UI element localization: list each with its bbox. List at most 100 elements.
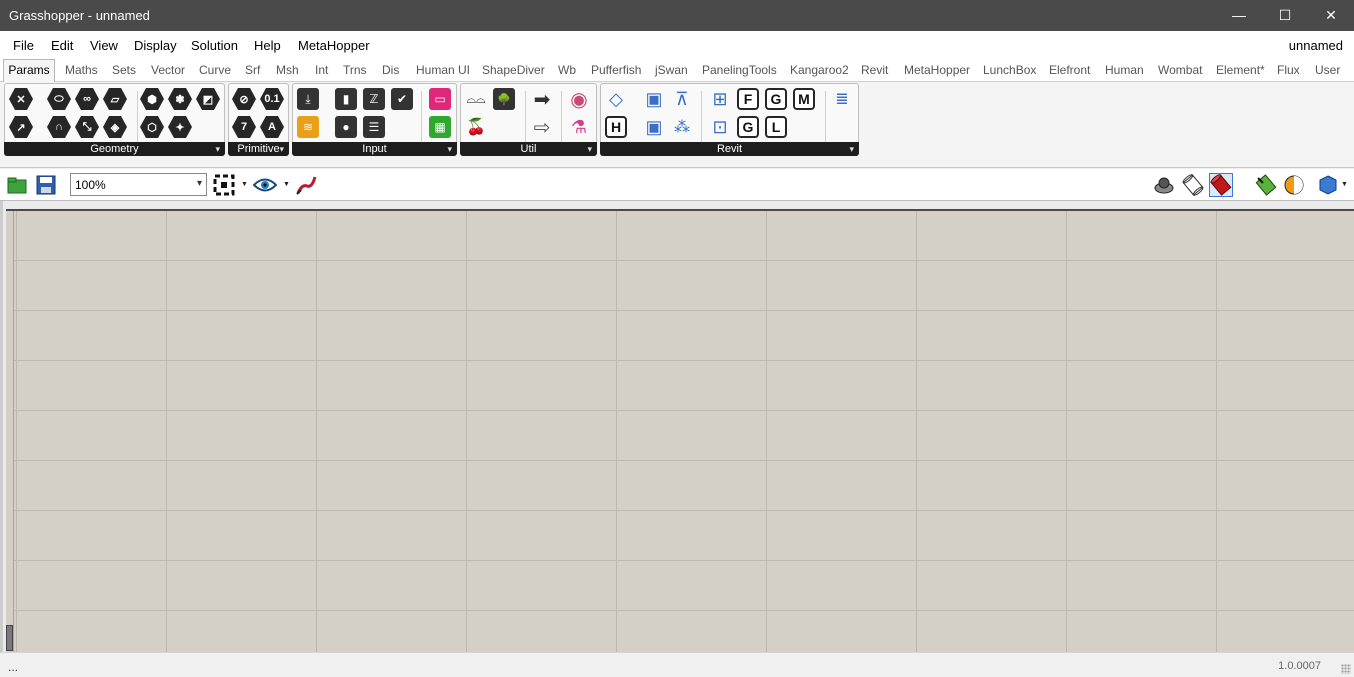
text-param-icon[interactable]: A	[259, 115, 285, 139]
tab-wb[interactable]: Wb	[558, 63, 576, 77]
data-input-icon[interactable]: ⤓	[295, 87, 321, 111]
wireframe-preview-button[interactable]	[1181, 173, 1205, 197]
tab-params[interactable]: Params	[3, 59, 55, 82]
revit-grid-icon[interactable]: ⊞	[707, 87, 733, 111]
tab-elefront[interactable]: Elefront	[1049, 63, 1090, 77]
zoom-options-arrow-icon[interactable]: ▼	[241, 181, 248, 188]
cluster-icon[interactable]: ◉	[566, 87, 592, 111]
tab-pufferfish[interactable]: Pufferfish	[591, 63, 641, 77]
sketch-button[interactable]	[294, 173, 318, 197]
field-param-icon[interactable]: ✦	[167, 115, 193, 139]
revit-level-icon[interactable]: ⊼	[669, 87, 695, 111]
value-list-icon[interactable]: ☰	[361, 115, 387, 139]
no-preview-button[interactable]	[1152, 173, 1176, 197]
circle-param-icon[interactable]: ⬭	[46, 87, 72, 111]
point-param-icon[interactable]: ⬡	[139, 115, 165, 139]
relay-arrow-icon[interactable]: ⇨	[529, 115, 555, 139]
save-file-button[interactable]	[34, 173, 58, 197]
tab-lunchbox[interactable]: LunchBox	[983, 63, 1036, 77]
tab-element[interactable]: Element*	[1216, 63, 1265, 77]
arc-param-icon[interactable]: ∩	[46, 115, 72, 139]
menu-solution[interactable]: Solution	[191, 38, 238, 53]
tab-sets[interactable]: Sets	[112, 63, 136, 77]
panel-label-primitive[interactable]: Primitive ▾	[228, 142, 289, 156]
mesh-param-icon[interactable]: ❃	[167, 87, 193, 111]
tab-curve[interactable]: Curve	[199, 63, 231, 77]
tab-dis[interactable]: Dis	[382, 63, 399, 77]
tab-user[interactable]: User	[1315, 63, 1340, 77]
revit-h-icon[interactable]: H	[603, 115, 629, 139]
tab-vector[interactable]: Vector	[151, 63, 185, 77]
menu-help[interactable]: Help	[254, 38, 281, 53]
revit-f-icon[interactable]: F	[735, 87, 761, 111]
menu-file[interactable]: File	[13, 38, 34, 53]
panel-label-input[interactable]: Input ▾	[292, 142, 457, 156]
menu-edit[interactable]: Edit	[51, 38, 73, 53]
close-button[interactable]: ✕	[1308, 0, 1354, 31]
tab-jswan[interactable]: jSwan	[655, 63, 688, 77]
curve-param-icon[interactable]: ∞	[74, 87, 100, 111]
image-sampler-icon[interactable]: ▦	[427, 115, 453, 139]
revit-element-icon[interactable]: ◇	[603, 87, 629, 111]
revit-import-icon[interactable]: ⊡	[707, 115, 733, 139]
menu-view[interactable]: View	[90, 38, 118, 53]
button-icon[interactable]: ●	[333, 115, 359, 139]
panel-label-geometry[interactable]: Geometry ▾	[4, 142, 225, 156]
revit-m-icon[interactable]: M	[791, 87, 817, 111]
tab-int[interactable]: Int	[315, 63, 328, 77]
integer-param-icon[interactable]: 7	[231, 115, 257, 139]
angle-param-icon[interactable]: ⊘	[231, 87, 257, 111]
geometry-param-icon[interactable]: ✕	[8, 87, 34, 111]
revit-type-icon[interactable]: ▣	[641, 115, 667, 139]
tab-flux[interactable]: Flux	[1277, 63, 1300, 77]
checkbox-icon[interactable]: ✔	[389, 87, 415, 111]
toggle-icon[interactable]: ▮	[333, 87, 359, 111]
tab-msh[interactable]: Msh	[276, 63, 299, 77]
grasshopper-canvas[interactable]	[14, 211, 1354, 652]
tab-shapediver[interactable]: ShapeDiver	[482, 63, 545, 77]
jump-arrow-icon[interactable]: ➡	[529, 87, 555, 111]
menu-display[interactable]: Display	[134, 38, 177, 53]
document-preview-button[interactable]	[1282, 173, 1306, 197]
cherry-icon[interactable]: 🍒	[463, 115, 489, 139]
scrollbar-thumb[interactable]	[6, 625, 13, 651]
revit-family-icon[interactable]: ▣	[641, 87, 667, 111]
revit-points-icon[interactable]: ⁂	[669, 115, 695, 139]
shaded-preview-button[interactable]	[1209, 173, 1233, 197]
tab-srf[interactable]: Srf	[245, 63, 260, 77]
open-file-button[interactable]	[5, 173, 29, 197]
tab-revit[interactable]: Revit	[861, 63, 888, 77]
number-slider-icon[interactable]: ℤ	[361, 87, 387, 111]
mesh-quality-button[interactable]	[1316, 173, 1340, 197]
tab-wombat[interactable]: Wombat	[1158, 63, 1202, 77]
panel-label-util[interactable]: Util ▾	[460, 142, 597, 156]
revit-l-icon[interactable]: L	[763, 115, 789, 139]
vector-param-icon[interactable]: ↗	[8, 115, 34, 139]
panel-label-revit[interactable]: Revit ▾	[600, 142, 859, 156]
box-param-icon[interactable]: ⬢	[139, 87, 165, 111]
revit-list-icon[interactable]: ≣	[829, 87, 855, 111]
menu-metahopper[interactable]: MetaHopper	[298, 38, 370, 53]
glasses-icon[interactable]: ⌓⌓	[463, 87, 489, 111]
tab-maths[interactable]: Maths	[65, 63, 98, 77]
tab-panelingtools[interactable]: PanelingTools	[702, 63, 777, 77]
selected-only-button[interactable]	[1254, 173, 1278, 197]
zoom-select[interactable]: 100% ▾	[70, 173, 207, 196]
surface-param-icon[interactable]: ▱	[102, 87, 128, 111]
zoom-extents-button[interactable]	[212, 173, 236, 197]
brep-param-icon[interactable]: ◩	[195, 87, 221, 111]
preview-options-arrow-icon[interactable]: ▼	[283, 181, 290, 188]
maximize-button[interactable]: ☐	[1262, 0, 1308, 31]
preview-button[interactable]	[253, 173, 277, 197]
flask-icon[interactable]: ⚗	[566, 115, 592, 139]
revit-g-icon[interactable]: G	[763, 87, 789, 111]
line-param-icon[interactable]: ⤡	[74, 115, 100, 139]
tab-kangaroo2[interactable]: Kangaroo2	[790, 63, 849, 77]
mesh-options-arrow-icon[interactable]: ▼	[1341, 181, 1348, 188]
revit-g2-icon[interactable]: G	[735, 115, 761, 139]
minimize-button[interactable]: —	[1216, 0, 1262, 31]
tab-trns[interactable]: Trns	[343, 63, 367, 77]
tab-metahopper[interactable]: MetaHopper	[904, 63, 970, 77]
gradient-icon[interactable]: ▭	[427, 87, 453, 111]
tab-human-ui[interactable]: Human UI	[416, 63, 470, 77]
